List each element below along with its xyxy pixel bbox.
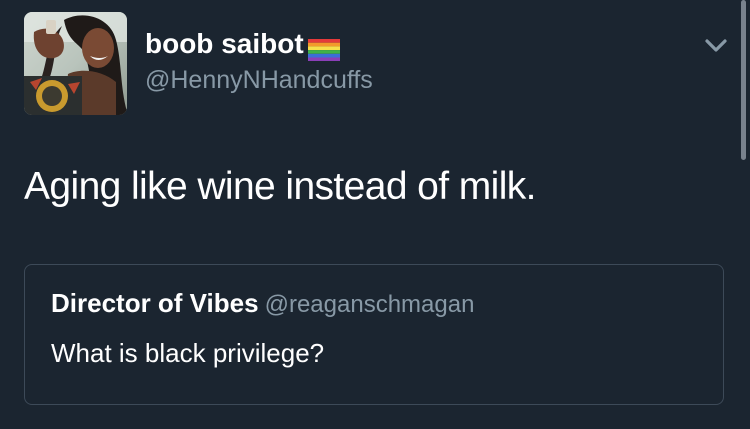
avatar-photo [24,12,127,115]
author-handle[interactable]: @HennyNHandcuffs [145,64,373,96]
quoted-author-name: Director of Vibes [51,288,259,318]
quoted-author-handle: @reaganschmagan [264,291,475,318]
quoted-tweet-card[interactable]: Director of Vibes @reaganschmagan What is… [24,264,724,405]
scrollbar[interactable] [741,0,746,160]
quoted-tweet-text: What is black privilege? [51,338,325,368]
tweet-text: Aging like wine instead of milk. [24,165,536,208]
chevron-down-icon[interactable] [700,30,732,62]
author-name-text: boob saibot [145,28,304,59]
rainbow-flag-icon [307,34,340,61]
avatar[interactable] [24,12,127,115]
quoted-tweet-header: Director of Vibes @reaganschmagan [51,285,474,326]
author-display-name[interactable]: boob saibot [145,26,340,62]
